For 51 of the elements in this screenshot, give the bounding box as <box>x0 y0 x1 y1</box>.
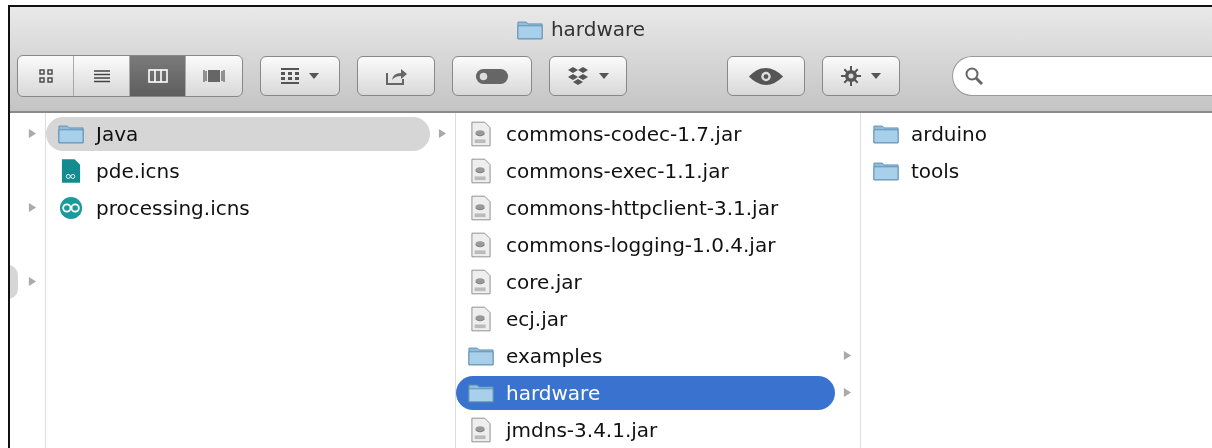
jar-file-icon <box>468 120 494 147</box>
infinity-logo-icon <box>58 195 84 220</box>
column-view-icon <box>147 69 168 83</box>
jar-file-icon <box>468 268 494 295</box>
file-item[interactable]: pde.icns <box>46 153 455 188</box>
jar-file-icon <box>468 194 494 221</box>
view-mode-button[interactable] <box>130 56 186 96</box>
file-item[interactable]: jmdns-3.4.1.jar <box>456 412 860 447</box>
file-item[interactable]: hardware <box>456 375 835 410</box>
file-item[interactable]: core.jar <box>456 264 860 299</box>
file-item[interactable]: ecj.jar <box>456 301 860 336</box>
folder-icon <box>873 123 899 144</box>
jar-file-icon <box>468 157 494 184</box>
caret-icon <box>599 73 609 79</box>
jar-file-icon <box>468 231 494 258</box>
eye-icon <box>747 65 785 87</box>
jar-file-icon <box>468 305 494 332</box>
caret-icon <box>309 73 319 79</box>
jar-file-icon <box>468 416 494 443</box>
box-icon <box>567 66 589 86</box>
quick-look-button[interactable] <box>727 56 805 96</box>
cover-flow-icon <box>203 69 225 83</box>
toggle-icon <box>475 67 509 85</box>
window-title: hardware <box>550 17 646 41</box>
file-item[interactable]: commons-exec-1.1.jar <box>456 153 860 188</box>
caret-icon <box>871 73 881 79</box>
folder-icon <box>516 18 543 40</box>
toggle-button[interactable] <box>452 56 532 96</box>
file-item[interactable]: examples <box>456 338 835 373</box>
file-item[interactable]: commons-logging-1.0.4.jar <box>456 227 860 262</box>
search-icon <box>965 67 983 85</box>
dropbox-button[interactable] <box>549 56 627 96</box>
file-item[interactable]: commons-httpclient-3.1.jar <box>456 190 860 225</box>
file-item[interactable]: tools <box>861 153 1212 188</box>
file-item[interactable]: commons-codec-1.7.jar <box>456 116 860 151</box>
share-button[interactable] <box>357 56 435 96</box>
action-button[interactable] <box>822 56 900 96</box>
folder-icon <box>873 160 899 181</box>
arrange-button[interactable] <box>260 56 340 96</box>
folder-icon <box>58 123 84 144</box>
file-item[interactable]: arduino <box>861 116 1212 151</box>
share-icon <box>385 67 407 85</box>
folder-icon <box>468 345 494 366</box>
file-item[interactable]: Java <box>46 116 430 151</box>
icon-view-icon <box>38 69 53 83</box>
folder-icon <box>468 382 494 403</box>
search-field[interactable] <box>952 56 1212 96</box>
gear-icon <box>841 66 861 86</box>
list-view-icon <box>92 69 111 83</box>
grid-icon <box>281 68 299 84</box>
file-item[interactable]: processing.icns <box>46 190 455 225</box>
